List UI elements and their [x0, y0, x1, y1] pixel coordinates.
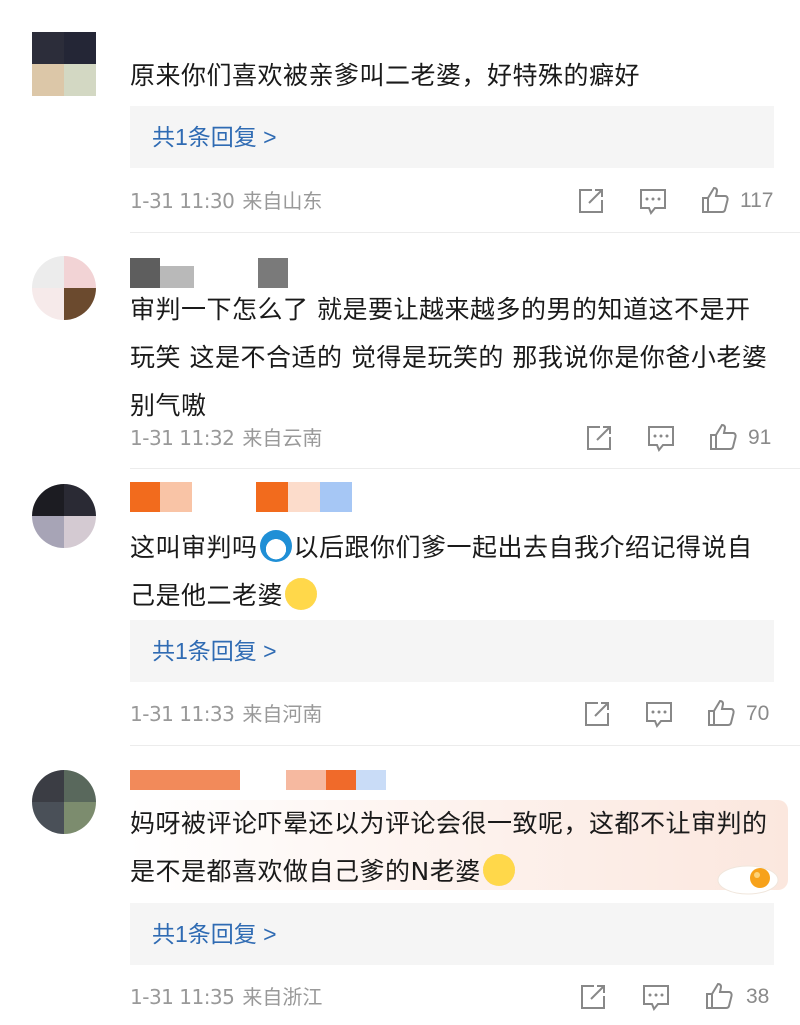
comment-text-part: 这叫审判吗 [130, 533, 258, 562]
avatar[interactable] [32, 484, 96, 548]
avatar[interactable] [32, 770, 96, 834]
username-redacted[interactable] [130, 770, 390, 790]
comment-meta: 1-31 11:32 来自云南 [130, 423, 322, 453]
location: 来自山东 [242, 189, 323, 213]
comment-text: 这叫审判吗 以后跟你们爹一起出去自我介绍记得说自己是他二老婆 [130, 524, 770, 620]
comment-meta: 1-31 11:30 来自山东 [130, 186, 322, 216]
location: 来自云南 [242, 426, 323, 450]
avatar[interactable] [32, 256, 96, 320]
timestamp: 1-31 11:32 [130, 426, 235, 450]
comment-icon[interactable] [644, 699, 674, 729]
thumbs-up-icon[interactable] [704, 981, 734, 1011]
timestamp: 1-31 11:30 [130, 189, 235, 213]
comment-meta: 1-31 11:33 来自河南 [130, 699, 322, 729]
sweat-emoji-icon [285, 578, 318, 610]
comment-meta: 1-31 11:35 来自浙江 [130, 982, 322, 1012]
reply-count-link[interactable]: 共1条回复 > [152, 917, 277, 951]
comment-icon[interactable] [646, 423, 676, 453]
share-icon[interactable] [584, 423, 614, 453]
reply-count-box[interactable]: 共1条回复 > [130, 106, 774, 168]
divider [130, 745, 800, 746]
thumbs-up-icon[interactable] [700, 185, 730, 215]
like-count: 117 [740, 189, 774, 212]
reply-count-box[interactable]: 共1条回复 > [130, 620, 774, 682]
reply-count-link[interactable]: 共1条回复 > [152, 120, 277, 154]
like-count: 70 [746, 702, 770, 725]
comment-text-part: 妈呀被评论吓晕还以为评论会很一致呢，这都不让审判的是不是都喜欢做自己爹的N老婆 [130, 809, 768, 886]
divider [130, 232, 800, 233]
doraemon-emoji-icon [259, 530, 292, 562]
comment-icon[interactable] [641, 982, 671, 1012]
share-icon[interactable] [576, 186, 606, 216]
username-redacted[interactable] [130, 482, 360, 512]
comment-text: 审判一下怎么了 就是要让越来越多的男的知道这不是开玩笑 这是不合适的 觉得是玩笑… [130, 295, 768, 420]
reply-count-box[interactable]: 共1条回复 > [130, 903, 774, 965]
username-redacted[interactable] [130, 258, 300, 288]
reply-count-link[interactable]: 共1条回复 > [152, 634, 277, 668]
like-count: 38 [746, 985, 770, 1008]
comment-icon[interactable] [638, 186, 668, 216]
thumbs-up-icon[interactable] [708, 422, 738, 452]
like-count: 91 [748, 426, 772, 449]
location: 来自浙江 [242, 985, 323, 1009]
timestamp: 1-31 11:35 [130, 985, 235, 1009]
thumbs-up-icon[interactable] [706, 698, 736, 728]
timestamp: 1-31 11:33 [130, 702, 235, 726]
comment-text: 原来你们喜欢被亲爹叫二老婆，好特殊的癖好 [130, 61, 641, 90]
share-icon[interactable] [582, 699, 612, 729]
avatar[interactable] [32, 32, 96, 96]
location: 来自河南 [242, 702, 323, 726]
fried-egg-icon [710, 862, 780, 898]
divider [130, 468, 800, 469]
shocked-emoji-icon [482, 854, 515, 886]
comment-text: 妈呀被评论吓晕还以为评论会很一致呢，这都不让审判的是不是都喜欢做自己爹的N老婆 [130, 800, 770, 896]
share-icon[interactable] [578, 982, 608, 1012]
